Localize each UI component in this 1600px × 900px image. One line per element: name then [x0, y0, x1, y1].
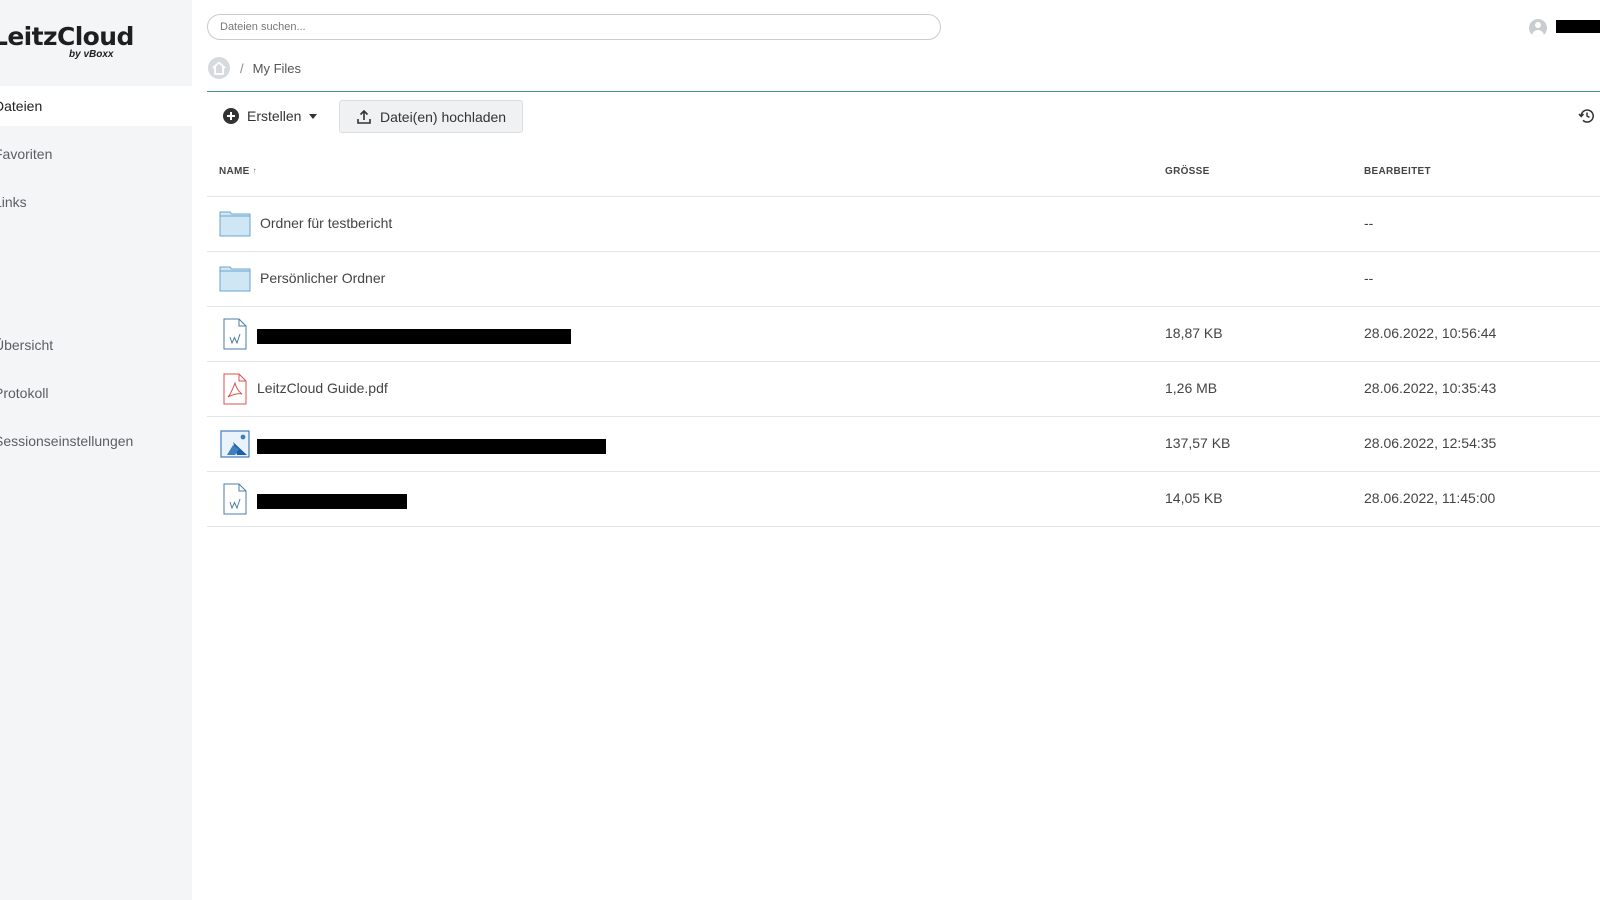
file-name[interactable]: Persönlicher Ordner: [260, 270, 385, 286]
sidebar-item-protocol[interactable]: Protokoll: [0, 373, 192, 413]
column-header-size[interactable]: GRÖSSE: [1165, 166, 1210, 177]
table-header: NAME ↑ GRÖSSE BEARBEITET: [207, 150, 1600, 197]
sidebar-item-session-settings[interactable]: Sessionseinstellungen: [0, 421, 192, 461]
file-size: 14,05 KB: [1165, 490, 1223, 506]
table-row[interactable]: Ordner für testbericht --: [207, 197, 1600, 252]
sidebar-item-label: Übersicht: [0, 337, 54, 353]
table-row[interactable]: 18,87 KB 28.06.2022, 10:56:44: [207, 307, 1600, 362]
search-input[interactable]: [207, 14, 941, 40]
logo[interactable]: LeitzCloud by vBoxx: [0, 22, 192, 62]
sidebar-item-label: Links: [0, 194, 27, 210]
logo-text: LeitzCloud: [0, 22, 134, 51]
file-edited: 28.06.2022, 10:35:43: [1364, 380, 1497, 396]
file-edited: 28.06.2022, 10:56:44: [1364, 325, 1497, 341]
folder-icon: [219, 211, 251, 237]
breadcrumb-current[interactable]: My Files: [253, 61, 301, 76]
file-edited: 28.06.2022, 12:54:35: [1364, 435, 1497, 451]
image-icon: [220, 430, 250, 458]
table-row[interactable]: 14,05 KB 28.06.2022, 11:45:00: [207, 472, 1600, 527]
file-edited: 28.06.2022, 11:45:00: [1364, 490, 1496, 506]
file-name-redacted[interactable]: [257, 329, 571, 344]
table-row[interactable]: 137,57 KB 28.06.2022, 12:54:35: [207, 417, 1600, 472]
user-avatar-icon[interactable]: [1529, 19, 1547, 37]
column-header-name-label: NAME: [219, 166, 250, 177]
file-size: 18,87 KB: [1165, 325, 1223, 341]
breadcrumb-separator: /: [240, 60, 244, 76]
table-row[interactable]: Persönlicher Ordner --: [207, 252, 1600, 307]
pdf-icon: [223, 373, 247, 405]
file-name[interactable]: LeitzCloud Guide.pdf: [257, 380, 388, 396]
sidebar-item-label: Sessionseinstellungen: [0, 433, 134, 449]
logo-subtitle: by vBoxx: [69, 49, 114, 60]
avatar-head: [1535, 22, 1541, 28]
file-size: 1,26 MB: [1165, 380, 1218, 396]
plus-circle-icon: [223, 108, 239, 124]
caret-down-icon: [309, 113, 318, 119]
header-divider: [207, 91, 1600, 92]
create-button[interactable]: Erstellen: [213, 100, 327, 132]
folder-icon: [219, 266, 251, 292]
file-name[interactable]: Ordner für testbericht: [260, 215, 392, 231]
column-header-name[interactable]: NAME ↑: [219, 166, 257, 177]
upload-button-label: Datei(en) hochladen: [380, 108, 507, 125]
sidebar-item-overview[interactable]: Übersicht: [0, 325, 192, 365]
upload-button[interactable]: Datei(en) hochladen: [339, 100, 524, 133]
document-icon: [223, 483, 247, 515]
sidebar-item-favorites[interactable]: Favoriten: [0, 134, 192, 174]
sidebar-item-label: Dateien: [0, 98, 43, 114]
sidebar-item-files[interactable]: Dateien: [0, 86, 192, 126]
file-table: NAME ↑ GRÖSSE BEARBEITET Ordner für testb…: [207, 150, 1600, 527]
create-button-label: Erstellen: [247, 108, 302, 124]
avatar-body: [1532, 30, 1544, 37]
sidebar-item-links[interactable]: Links: [0, 182, 192, 222]
sort-ascending-icon: ↑: [252, 166, 257, 175]
history-icon[interactable]: [1578, 107, 1596, 125]
app-window: LeitzCloud by vBoxx Dateien Favoriten Li…: [0, 0, 1600, 900]
file-name-redacted[interactable]: [257, 439, 606, 454]
document-icon: [223, 318, 247, 350]
column-header-edited[interactable]: BEARBEITET: [1364, 166, 1431, 177]
table-row[interactable]: LeitzCloud Guide.pdf 1,26 MB 28.06.2022,…: [207, 362, 1600, 417]
file-edited: --: [1364, 270, 1374, 286]
home-icon[interactable]: [207, 56, 231, 80]
file-edited: --: [1364, 215, 1374, 231]
sidebar: LeitzCloud by vBoxx Dateien Favoriten Li…: [0, 0, 192, 900]
sidebar-item-label: Protokoll: [0, 385, 49, 401]
file-size: 137,57 KB: [1165, 435, 1231, 451]
user-name-redacted[interactable]: [1556, 20, 1600, 33]
sidebar-item-label: Favoriten: [0, 146, 53, 162]
file-name-redacted[interactable]: [257, 494, 407, 509]
upload-icon: [357, 109, 371, 124]
breadcrumb: / My Files: [207, 56, 301, 80]
